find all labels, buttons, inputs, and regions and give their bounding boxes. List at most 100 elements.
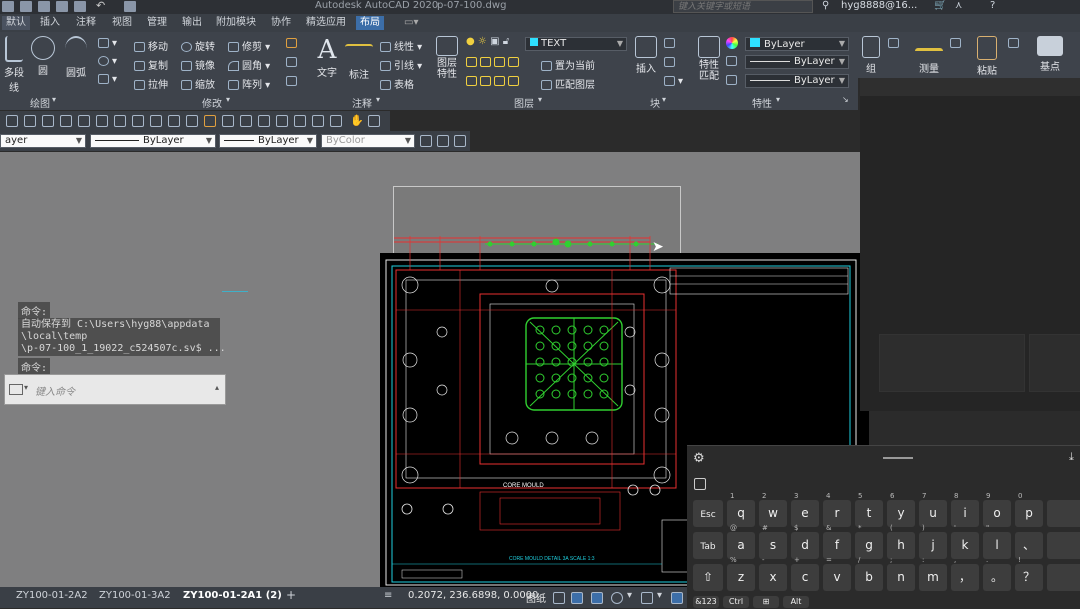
workspace-icon[interactable]: [124, 1, 136, 12]
layers-panel-expand-icon[interactable]: ▾: [538, 95, 542, 104]
save-icon[interactable]: [56, 1, 68, 12]
design-center-icon[interactable]: [294, 115, 306, 127]
measure-button[interactable]: 测量: [912, 36, 946, 75]
lineweight-icon[interactable]: [726, 56, 740, 67]
set-current-button[interactable]: 置为当前: [541, 57, 595, 72]
tab-collaborate[interactable]: 协作: [267, 16, 295, 30]
group-button[interactable]: 组: [860, 36, 882, 75]
layout-tab-3[interactable]: ZY100-01-2A1 (2): [183, 590, 282, 601]
command-input[interactable]: ▾ 键入命令 ▴: [4, 374, 226, 405]
linetype-icon[interactable]: [726, 75, 740, 86]
annotation-panel-expand-icon[interactable]: ▾: [376, 95, 380, 104]
explode-icon[interactable]: [286, 57, 300, 68]
zoom-out-icon[interactable]: [96, 115, 108, 127]
block-panel-title[interactable]: 块: [650, 95, 660, 110]
lineweight-toggle-icon[interactable]: [671, 592, 683, 604]
keyboard-settings-icon[interactable]: ⚙: [693, 451, 705, 466]
match-layer-button[interactable]: 匹配图层: [541, 76, 595, 91]
layout-tab-1[interactable]: ZY100-01-2A2: [16, 590, 88, 601]
tool-palette-icon[interactable]: [312, 115, 324, 127]
zoom-realtime-icon[interactable]: [60, 115, 72, 127]
annotation-panel-title[interactable]: 注释: [352, 95, 372, 110]
calculator-icon[interactable]: [950, 38, 964, 49]
leader-button[interactable]: 引线 ▾: [380, 57, 422, 72]
overlay-panel-1[interactable]: [879, 334, 1025, 392]
backspace-key[interactable]: [1047, 500, 1080, 527]
command-dropdown-icon[interactable]: ▾: [24, 383, 28, 392]
ellipse-icon[interactable]: ▾: [98, 56, 117, 67]
array-button[interactable]: 阵列 ▾: [228, 76, 270, 91]
arc-button[interactable]: 圆弧: [62, 36, 90, 79]
tab-view[interactable]: 视图: [108, 16, 136, 30]
cut-icon[interactable]: [150, 115, 162, 127]
key-0[interactable]: Tab: [693, 532, 723, 559]
osnap-icon[interactable]: [641, 592, 653, 604]
undo-tool-icon[interactable]: [6, 115, 18, 127]
color-wheel-icon[interactable]: [726, 37, 738, 52]
plot-icon[interactable]: [74, 1, 86, 12]
linetype-select[interactable]: ByLayer ▼: [90, 134, 216, 148]
polyline-button[interactable]: 多段线: [0, 36, 28, 94]
linear-dim-button[interactable]: 线性 ▾: [380, 38, 422, 53]
circle-button[interactable]: 圆: [30, 36, 56, 77]
ortho-icon[interactable]: [591, 592, 603, 604]
key-bottom-2[interactable]: ⊞: [753, 596, 779, 608]
copy-tool-icon[interactable]: [168, 115, 180, 127]
osnap-dropdown-icon[interactable]: ▾: [657, 590, 662, 601]
copy-button[interactable]: 复制: [134, 57, 168, 72]
help-icon[interactable]: ?: [990, 0, 995, 11]
paste-button[interactable]: 粘贴: [972, 36, 1002, 77]
open-file-icon[interactable]: [38, 1, 50, 12]
table-button[interactable]: 表格: [380, 76, 414, 91]
lineweight-select[interactable]: ByLayer ▼: [219, 134, 317, 148]
modify-panel-expand-icon[interactable]: ▾: [226, 95, 230, 104]
draw-panel-title[interactable]: 绘图: [30, 95, 50, 110]
zoom-extents-icon[interactable]: [42, 115, 54, 127]
tab-featured-apps[interactable]: 精选应用: [302, 16, 350, 30]
key-5[interactable]: / b: [855, 556, 883, 591]
paper-space-toggle[interactable]: 图纸: [526, 590, 546, 605]
command-history-icon[interactable]: ▴: [215, 383, 219, 392]
save-tool-icon[interactable]: [114, 115, 126, 127]
key-0[interactable]: ⇧: [693, 564, 723, 591]
polar-icon[interactable]: [611, 592, 623, 604]
snap-icon[interactable]: [571, 592, 583, 604]
block-tool-icon[interactable]: [258, 115, 270, 127]
tab-addins[interactable]: 附加模块: [212, 16, 260, 30]
grid-icon[interactable]: [553, 592, 565, 604]
plot-style-select[interactable]: ByColor ▼: [321, 134, 415, 148]
status-menu-icon[interactable]: ≡: [384, 590, 392, 601]
message-icon[interactable]: [368, 115, 380, 127]
fillet-button[interactable]: 圆角 ▾: [228, 57, 270, 72]
line-tool-icon[interactable]: [222, 115, 234, 127]
menu-icon[interactable]: [2, 1, 14, 12]
tab-insert[interactable]: 插入: [36, 16, 64, 30]
hatch-icon[interactable]: ▾: [98, 74, 117, 85]
text-button[interactable]: A 文字: [312, 36, 342, 79]
tab-annotate[interactable]: 注释: [72, 16, 100, 30]
binoculars-icon[interactable]: ⚲: [822, 0, 829, 11]
properties-panel-title[interactable]: 特性: [752, 95, 772, 110]
key-0[interactable]: Esc: [693, 500, 723, 527]
search-input[interactable]: 键入关键字或短语: [673, 0, 813, 13]
link-icon[interactable]: [240, 115, 252, 127]
draw-panel-expand-icon[interactable]: ▾: [52, 95, 56, 104]
print-tool-icon[interactable]: [132, 115, 144, 127]
tab-default[interactable]: 默认: [2, 16, 30, 30]
key-7[interactable]: :m: [919, 556, 947, 591]
scale-button[interactable]: 缩放: [181, 76, 215, 91]
key-8[interactable]: ,，: [951, 556, 979, 591]
tab-output[interactable]: 输出: [178, 16, 206, 30]
overlay-panel-2[interactable]: [1029, 334, 1080, 392]
key-bottom-3[interactable]: Alt: [783, 596, 809, 608]
utilities-icon[interactable]: [888, 38, 902, 49]
layer-tool-icon-3[interactable]: [454, 135, 466, 147]
zoom-in-icon[interactable]: [78, 115, 90, 127]
polar-dropdown-icon[interactable]: ▾: [627, 590, 632, 601]
rotate-button[interactable]: 旋转: [181, 38, 215, 53]
key-9[interactable]: .。: [983, 556, 1011, 591]
lineweight-dropdown[interactable]: ByLayer ▼: [745, 55, 849, 69]
tab-manage[interactable]: 管理: [143, 16, 171, 30]
properties-panel-launcher-icon[interactable]: ↘: [842, 95, 849, 104]
block-panel-expand-icon[interactable]: ▾: [662, 95, 666, 104]
